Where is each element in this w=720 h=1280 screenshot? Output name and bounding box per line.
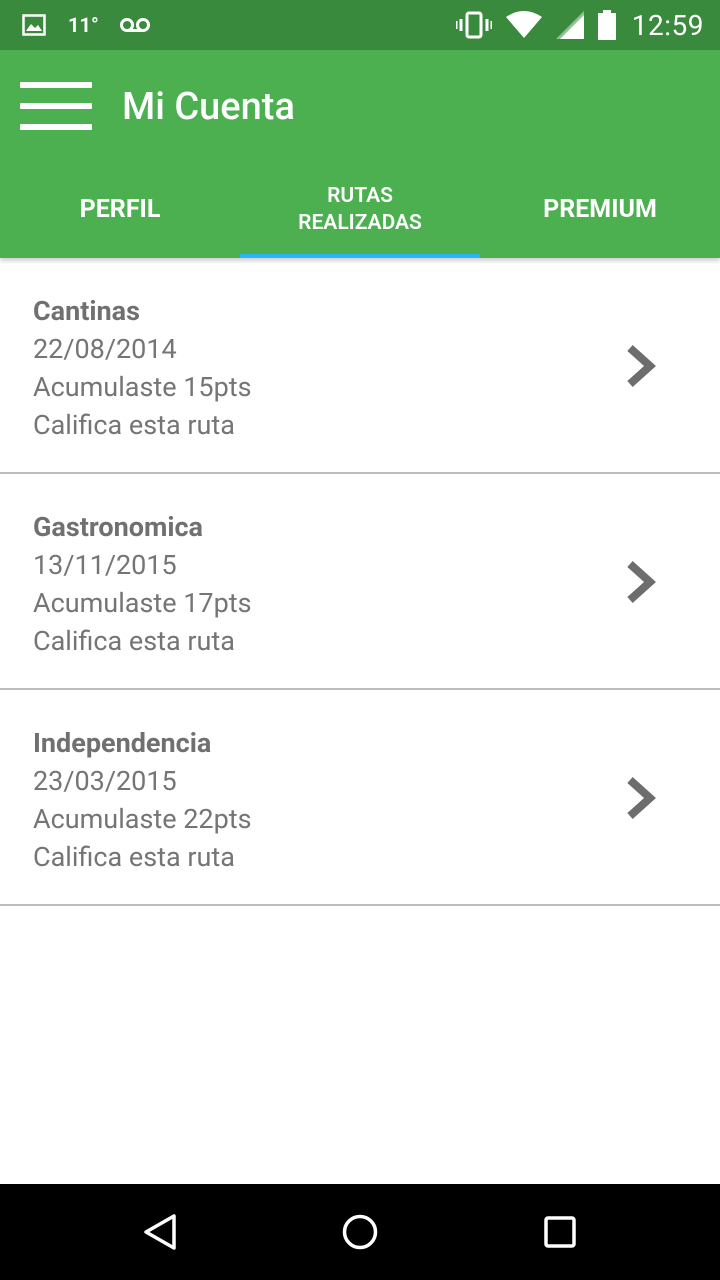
- image-notification-icon: [22, 14, 46, 36]
- tab-label: RUTAS REALIZADAS: [298, 184, 422, 235]
- route-name: Independencia: [33, 727, 212, 759]
- status-bar: 11° 12:59: [0, 0, 720, 50]
- tab-label: PERFIL: [79, 195, 161, 224]
- route-text: Independencia 23/03/2015 Acumulaste 22pt…: [33, 724, 252, 876]
- route-points: Acumulaste 17pts: [33, 587, 252, 619]
- route-text: Gastronomica 13/11/2015 Acumulaste 17pts…: [33, 508, 252, 660]
- chevron-right-icon[interactable]: [624, 342, 658, 390]
- chevron-right-icon[interactable]: [624, 558, 658, 606]
- chevron-right-icon[interactable]: [624, 774, 658, 822]
- hamburger-menu-icon[interactable]: [20, 80, 94, 132]
- list-item[interactable]: Gastronomica 13/11/2015 Acumulaste 17pts…: [0, 474, 720, 690]
- voicemail-icon: [119, 17, 151, 33]
- app-bar: Mi Cuenta PERFIL RUTAS REALIZADAS PREMIU…: [0, 50, 720, 258]
- list-item[interactable]: Independencia 23/03/2015 Acumulaste 22pt…: [0, 690, 720, 906]
- tab-rutas-realizadas[interactable]: RUTAS REALIZADAS: [240, 162, 480, 258]
- tab-premium[interactable]: PREMIUM: [480, 162, 720, 258]
- route-rate-link[interactable]: Califica esta ruta: [33, 622, 252, 660]
- signal-icon: [555, 11, 584, 39]
- route-points: Acumulaste 22pts: [33, 803, 252, 835]
- back-icon[interactable]: [140, 1212, 180, 1252]
- wifi-icon: [505, 11, 542, 39]
- route-rate-link[interactable]: Califica esta ruta: [33, 406, 252, 444]
- tab-perfil[interactable]: PERFIL: [0, 162, 240, 258]
- route-text: Cantinas 22/08/2014 Acumulaste 15pts Cal…: [33, 292, 252, 444]
- home-icon[interactable]: [340, 1212, 380, 1252]
- navigation-bar: [0, 1184, 720, 1280]
- route-points: Acumulaste 15pts: [33, 371, 252, 403]
- recents-icon[interactable]: [540, 1212, 580, 1252]
- route-date: 13/11/2015: [33, 549, 177, 581]
- status-bar-right: 12:59: [442, 0, 704, 50]
- temperature-text: 11°: [68, 13, 99, 37]
- vibrate-icon: [455, 11, 492, 39]
- page-title: Mi Cuenta: [122, 85, 295, 129]
- route-name: Cantinas: [33, 295, 140, 327]
- route-date: 23/03/2015: [33, 765, 177, 797]
- battery-icon: [597, 10, 616, 40]
- route-name: Gastronomica: [33, 511, 204, 543]
- tab-bar: PERFIL RUTAS REALIZADAS PREMIUM: [0, 162, 720, 258]
- status-bar-left: 11°: [22, 0, 151, 50]
- route-rate-link[interactable]: Califica esta ruta: [33, 838, 252, 876]
- route-date: 22/08/2014: [33, 333, 177, 365]
- list-item[interactable]: Cantinas 22/08/2014 Acumulaste 15pts Cal…: [0, 258, 720, 474]
- tab-label: PREMIUM: [543, 195, 657, 224]
- route-list: Cantinas 22/08/2014 Acumulaste 15pts Cal…: [0, 258, 720, 906]
- clock-text: 12:59: [631, 8, 704, 42]
